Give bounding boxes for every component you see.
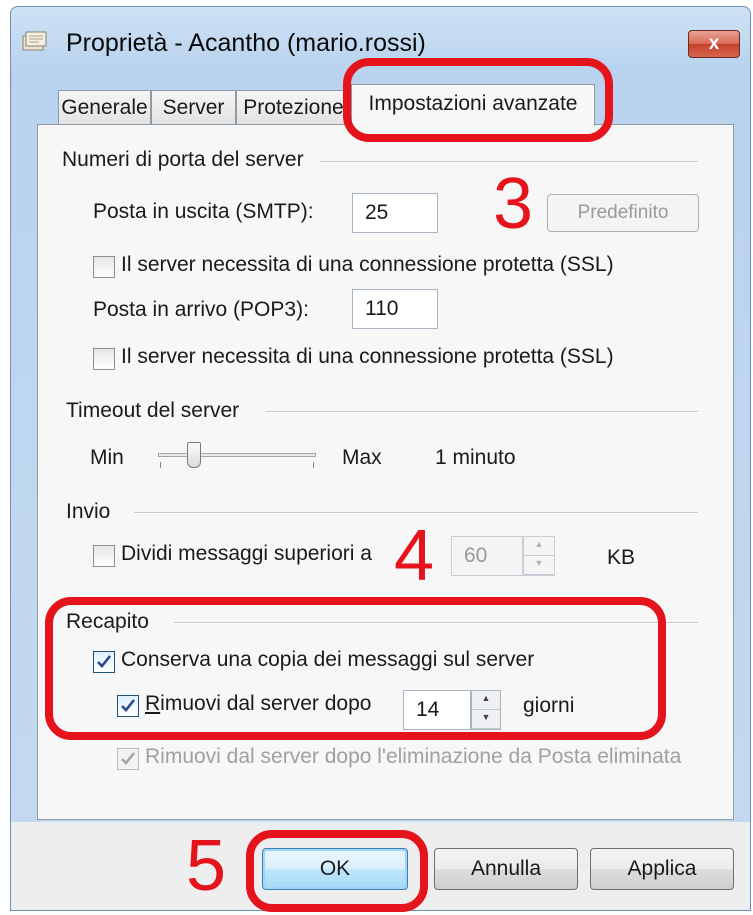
days-label: giorni	[523, 694, 575, 717]
default-port-button[interactable]: Predefinito	[547, 194, 699, 232]
mail-account-icon	[22, 30, 48, 52]
timeout-slider-thumb[interactable]	[186, 442, 201, 468]
tab-generale[interactable]: Generale	[58, 90, 151, 124]
remove-after-label: Rimuovi dal server dopo	[145, 692, 372, 715]
smtp-port-input[interactable]: 25	[352, 193, 438, 233]
apply-button[interactable]: Applica	[590, 848, 734, 890]
remove-deleted-label: Rimuovi dal server dopo l'eliminazione d…	[145, 745, 682, 768]
annotation-step-4: 4	[394, 516, 435, 596]
tab-protezione[interactable]: Protezione	[236, 90, 351, 124]
send-group-label: Invio	[66, 500, 111, 523]
annotation-step-5: 5	[186, 826, 227, 906]
checkmark-icon	[121, 752, 136, 765]
delivery-group-label: Recapito	[66, 610, 149, 633]
timeout-group-label: Timeout del server	[66, 399, 240, 422]
pop3-ssl-label: Il server necessita di una connessione p…	[121, 345, 614, 368]
ok-button[interactable]: OK	[262, 848, 408, 890]
remove-after-checkbox[interactable]	[117, 695, 139, 717]
smtp-label: Posta in uscita (SMTP):	[93, 200, 314, 223]
close-icon: x	[708, 33, 720, 54]
tab-server[interactable]: Server	[151, 90, 236, 124]
smtp-ssl-checkbox[interactable]	[93, 256, 115, 278]
annotation-step-3: 3	[493, 164, 534, 244]
split-size-unit: KB	[607, 546, 636, 569]
timeout-slider-track[interactable]	[158, 453, 316, 457]
split-size-input[interactable]: 60	[451, 536, 523, 576]
close-button[interactable]: x	[688, 30, 740, 58]
spin-down-icon[interactable]: ▼	[524, 556, 554, 575]
remove-deleted-checkbox[interactable]	[117, 748, 139, 770]
spin-up-icon[interactable]: ▲	[472, 691, 500, 710]
window-title: Proprietà - Acantho (mario.rossi)	[66, 29, 426, 57]
keep-copy-label: Conserva una copia dei messaggi sul serv…	[121, 648, 535, 671]
pop3-label: Posta in arrivo (POP3):	[93, 298, 309, 321]
remove-after-spinner[interactable]: ▲ ▼	[471, 690, 501, 730]
spin-down-icon[interactable]: ▼	[472, 710, 500, 729]
slider-tick	[160, 462, 161, 468]
tab-label: Protezione	[243, 96, 344, 119]
group-divider	[266, 411, 698, 413]
smtp-ssl-label: Il server necessita di una connessione p…	[121, 253, 614, 276]
cancel-button[interactable]: Annulla	[434, 848, 578, 890]
remove-after-days-input[interactable]: 14	[403, 690, 471, 730]
timeout-min-label: Min	[90, 446, 124, 469]
slider-tick	[313, 462, 314, 468]
pop3-port-input[interactable]: 110	[352, 289, 438, 329]
ports-group-label: Numeri di porta del server	[62, 148, 304, 171]
group-divider	[174, 622, 698, 624]
timeout-value: 1 minuto	[435, 446, 516, 469]
tab-label: Server	[162, 96, 225, 119]
pop3-ssl-checkbox[interactable]	[93, 348, 115, 370]
split-messages-checkbox[interactable]	[93, 545, 115, 567]
tab-label: Generale	[61, 96, 148, 119]
split-size-spinner[interactable]: ▲ ▼	[523, 536, 555, 576]
group-divider	[320, 161, 698, 163]
timeout-max-label: Max	[342, 446, 382, 469]
tab-label: Impostazioni avanzate	[368, 92, 578, 115]
split-messages-label: Dividi messaggi superiori a	[121, 542, 372, 565]
spin-up-icon[interactable]: ▲	[524, 537, 554, 556]
keep-copy-checkbox[interactable]	[93, 651, 115, 673]
checkmark-icon	[121, 699, 136, 712]
checkmark-icon	[97, 655, 112, 668]
group-divider	[134, 512, 698, 514]
tab-impostazioni-avanzate[interactable]: Impostazioni avanzate	[351, 84, 595, 126]
